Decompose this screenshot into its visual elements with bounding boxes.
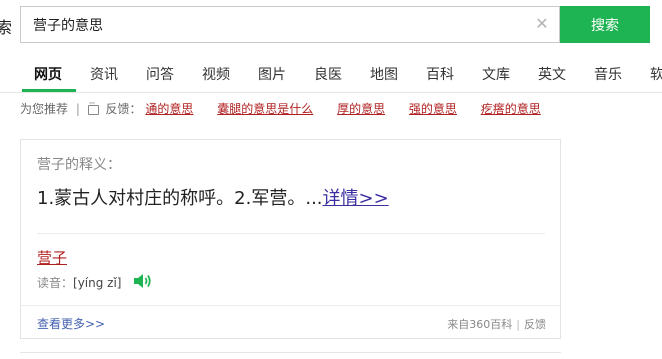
tab-music[interactable]: 音乐 bbox=[594, 64, 622, 84]
tab-qa[interactable]: 问答 bbox=[146, 64, 174, 84]
separator: | bbox=[516, 318, 520, 331]
divider bbox=[37, 233, 545, 234]
pinyin: [yíng zǐ] bbox=[73, 276, 122, 290]
logo-fragment: 索 bbox=[0, 18, 13, 37]
source-info: 来自360百科 | 反馈 bbox=[447, 316, 546, 332]
speaker-icon[interactable] bbox=[133, 273, 153, 292]
search-button[interactable]: 搜索 bbox=[560, 6, 650, 43]
tab-baike[interactable]: 百科 bbox=[426, 64, 454, 84]
recommend-link[interactable]: 囊腿的意思是什么 bbox=[217, 102, 313, 116]
recommend-bar: 为您推荐 | 反馈： 通的意思 囊腿的意思是什么 厚的意思 强的意思 疙瘩的意思 bbox=[20, 99, 561, 120]
more-link[interactable]: 查看更多>> bbox=[37, 315, 105, 332]
tab-wenku[interactable]: 文库 bbox=[482, 64, 510, 84]
recommend-prefix: 为您推荐 bbox=[20, 102, 69, 116]
search-box: ✕ bbox=[20, 6, 560, 43]
tab-english[interactable]: 英文 bbox=[538, 64, 566, 84]
tab-software[interactable]: 软 bbox=[650, 64, 662, 84]
tab-news[interactable]: 资讯 bbox=[90, 64, 118, 84]
close-icon[interactable]: ✕ bbox=[533, 15, 551, 33]
tab-web[interactable]: 网页 bbox=[34, 64, 62, 84]
feedback-link[interactable]: 反馈： bbox=[106, 102, 142, 116]
recommend-link[interactable]: 强的意思 bbox=[409, 102, 457, 116]
pronunciation: 读音：[yíng zǐ] bbox=[37, 274, 153, 293]
definition-card: 营子的释义： 1.蒙古人对村庄的称呼。2.军营。...详情>> 营子 读音：[y… bbox=[20, 139, 561, 339]
pronunciation-label: 读音： bbox=[37, 276, 74, 290]
detail-link[interactable]: 详情>> bbox=[323, 188, 389, 209]
tab-map[interactable]: 地图 bbox=[370, 64, 398, 84]
card-title: 营子的释义： bbox=[37, 157, 121, 173]
active-tab-indicator bbox=[22, 89, 76, 92]
definition-text: 1.蒙古人对村庄的称呼。2.军营。...详情>> bbox=[37, 184, 389, 210]
tab-video[interactable]: 视频 bbox=[202, 64, 230, 84]
search-input[interactable] bbox=[33, 14, 513, 36]
recommend-link[interactable]: 通的意思 bbox=[145, 102, 193, 116]
divider bbox=[20, 352, 561, 353]
source-label: 来自360百科 bbox=[447, 318, 513, 331]
feedback-icon[interactable] bbox=[87, 99, 99, 115]
separator: | bbox=[75, 101, 80, 116]
tab-images[interactable]: 图片 bbox=[258, 64, 286, 84]
definition-body: 1.蒙古人对村庄的称呼。2.军营。... bbox=[37, 188, 323, 209]
recommend-link[interactable]: 厚的意思 bbox=[337, 102, 385, 116]
feedback-link[interactable]: 反馈 bbox=[524, 318, 546, 331]
word-link[interactable]: 营子 bbox=[37, 247, 67, 268]
card-footer: 查看更多>> 来自360百科 | 反馈 bbox=[21, 305, 560, 339]
tab-bar: 网页 资讯 问答 视频 图片 良医 地图 百科 文库 英文 音乐 软 bbox=[0, 52, 662, 93]
tab-doctor[interactable]: 良医 bbox=[314, 64, 342, 84]
recommend-link[interactable]: 疙瘩的意思 bbox=[481, 102, 541, 116]
